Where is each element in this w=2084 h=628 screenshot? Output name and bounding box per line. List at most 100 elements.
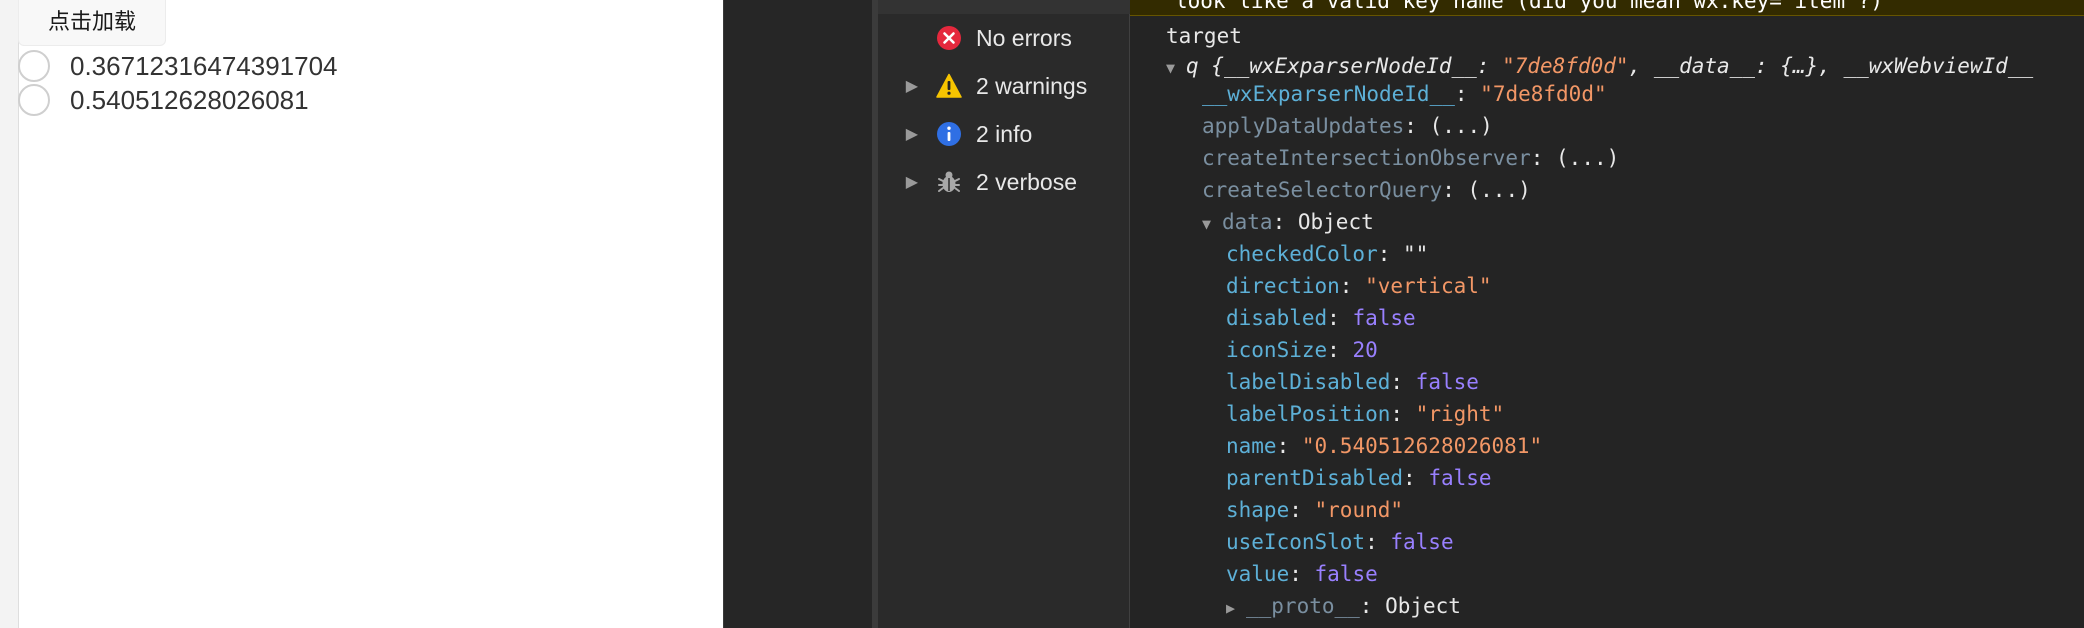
- expand-arrow-icon[interactable]: ▶: [878, 124, 918, 144]
- log-text: target: [1166, 24, 1242, 48]
- property-key: value: [1226, 562, 1290, 586]
- property-sep: :: [1530, 146, 1557, 170]
- data-property-row[interactable]: checkedColor: "": [1226, 238, 1428, 270]
- object-preview-id: "7de8fd0d": [1502, 54, 1629, 78]
- radio-label: 0.36712316474391704: [70, 50, 338, 81]
- property-key: labelDisabled: [1226, 370, 1391, 394]
- data-property-row[interactable]: parentDisabled: false: [1226, 462, 1492, 494]
- property-value: "7de8fd0d": [1480, 82, 1607, 106]
- property-value: "0.540512628026081": [1301, 434, 1543, 458]
- simulator-edge: [0, 0, 18, 628]
- property-sep: :: [1289, 498, 1315, 522]
- property-value[interactable]: (...): [1556, 146, 1619, 170]
- data-property-row[interactable]: value: false: [1226, 558, 1378, 590]
- property-key: useIconSlot: [1226, 530, 1366, 554]
- property-key: disabled: [1226, 306, 1328, 330]
- property-value[interactable]: (...): [1468, 178, 1531, 202]
- sidebar-item-label: 2 verbose: [976, 168, 1078, 195]
- property-sep: :: [1390, 402, 1416, 426]
- property-sep: :: [1377, 242, 1404, 266]
- radio-circle-icon[interactable]: [18, 84, 50, 116]
- expand-arrow-icon[interactable]: ▶: [1226, 592, 1246, 624]
- radio-circle-icon[interactable]: [18, 50, 50, 82]
- property-key: shape: [1226, 498, 1290, 522]
- property-sep: :: [1365, 530, 1391, 554]
- property-key: createIntersectionObserver: [1202, 146, 1531, 170]
- collapse-arrow-icon[interactable]: ▼: [1202, 208, 1222, 240]
- sidebar-item-warnings[interactable]: ▶ 2 warnings: [878, 62, 1130, 110]
- sidebar-item-info[interactable]: ▶ 2 info: [878, 110, 1130, 158]
- property-sep: :: [1276, 434, 1302, 458]
- property-row[interactable]: __wxExparserNodeId__: "7de8fd0d": [1202, 78, 1607, 110]
- property-sep: :: [1327, 338, 1353, 362]
- property-value: Object: [1385, 594, 1461, 618]
- load-button[interactable]: 点击加载: [18, 0, 166, 46]
- expand-arrow-icon[interactable]: ▶: [878, 76, 918, 96]
- sidebar-item-errors[interactable]: No errors: [878, 14, 1130, 62]
- target-label: target: [1166, 20, 1242, 52]
- radio-item[interactable]: 0.540512628026081: [18, 84, 309, 116]
- property-sep: :: [1454, 82, 1481, 106]
- warning-message: look like a valid key name (did you mean…: [1130, 0, 2084, 16]
- property-sep: :: [1327, 306, 1353, 330]
- property-sep: :: [1272, 210, 1298, 234]
- property-value: Object: [1297, 210, 1374, 234]
- sidebar-item-label: No errors: [976, 24, 1072, 51]
- property-row[interactable]: createIntersectionObserver: (...): [1202, 142, 1619, 174]
- property-value: "right": [1415, 402, 1505, 426]
- radio-label: 0.540512628026081: [70, 84, 309, 115]
- data-property-row[interactable]: iconSize: 20: [1226, 334, 1378, 366]
- property-key: __wxExparserNodeId__: [1202, 82, 1455, 106]
- data-property-row[interactable]: labelPosition: "right": [1226, 398, 1504, 430]
- bug-icon: [936, 169, 962, 195]
- sidebar-top-item[interactable]: [878, 0, 1130, 14]
- data-property-row[interactable]: labelDisabled: false: [1226, 366, 1479, 398]
- property-sep: :: [1289, 562, 1315, 586]
- property-key: data: [1222, 210, 1273, 234]
- data-property-row[interactable]: direction: "vertical": [1226, 270, 1492, 302]
- collapse-arrow-icon[interactable]: ▼: [1166, 52, 1186, 84]
- data-property-row[interactable]: useIconSlot: false: [1226, 526, 1454, 558]
- data-property-row[interactable]: name: "0.540512628026081": [1226, 430, 1542, 462]
- property-value: false: [1428, 466, 1492, 490]
- property-sep: :: [1403, 466, 1429, 490]
- devtools-panel: No errors ▶ 2 warnings ▶ 2 info ▶ 2 verb…: [723, 0, 2084, 628]
- property-sep: :: [1390, 370, 1416, 394]
- property-value: "": [1403, 242, 1429, 266]
- property-key: name: [1226, 434, 1277, 458]
- property-key: __proto__: [1246, 594, 1360, 618]
- property-key: createSelectorQuery: [1202, 178, 1443, 202]
- property-sep: :: [1339, 274, 1366, 298]
- radio-item[interactable]: 0.36712316474391704: [18, 50, 338, 82]
- property-key: applyDataUpdates: [1202, 114, 1405, 138]
- info-icon: [936, 121, 962, 147]
- property-value: false: [1390, 530, 1454, 554]
- property-value[interactable]: (...): [1430, 114, 1493, 138]
- data-property-row[interactable]: disabled: false: [1226, 302, 1416, 334]
- simulator-panel: 点击加载 0.36712316474391704 0.5405126280260…: [0, 0, 723, 628]
- console-sidebar: No errors ▶ 2 warnings ▶ 2 info ▶ 2 verb…: [878, 0, 1130, 628]
- property-row[interactable]: createSelectorQuery: (...): [1202, 174, 1531, 206]
- property-value: false: [1314, 562, 1378, 586]
- proto-row[interactable]: ▶ __proto__: Object: [1226, 590, 1461, 622]
- data-object-row[interactable]: ▼ data: Object: [1202, 206, 1374, 238]
- property-value: false: [1352, 306, 1416, 330]
- property-key: checkedColor: [1226, 242, 1378, 266]
- property-value: "vertical": [1365, 274, 1492, 298]
- property-sep: :: [1442, 178, 1468, 202]
- property-key: direction: [1226, 274, 1340, 298]
- property-value: "round": [1314, 498, 1404, 522]
- object-preview-rest: , __data__: {…}, __wxWebviewId__: [1628, 54, 2034, 78]
- object-class: q: [1186, 54, 1212, 78]
- data-property-row[interactable]: shape: "round": [1226, 494, 1403, 526]
- warning-icon: [936, 73, 962, 99]
- sidebar-item-verbose[interactable]: ▶ 2 verbose: [878, 158, 1130, 206]
- sidebar-item-label: 2 info: [976, 120, 1033, 147]
- property-key: iconSize: [1226, 338, 1328, 362]
- expand-arrow-icon[interactable]: ▶: [878, 172, 918, 192]
- property-value: false: [1415, 370, 1479, 394]
- property-key: parentDisabled: [1226, 466, 1404, 490]
- property-value: 20: [1352, 338, 1378, 362]
- property-key: labelPosition: [1226, 402, 1391, 426]
- property-row[interactable]: applyDataUpdates: (...): [1202, 110, 1493, 142]
